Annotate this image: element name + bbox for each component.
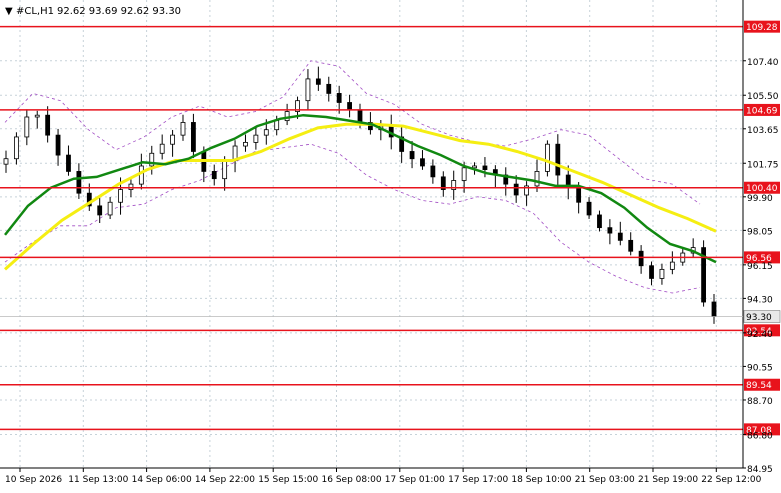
candle-body bbox=[222, 160, 228, 180]
candle-body bbox=[513, 183, 519, 196]
candle-body bbox=[597, 214, 602, 229]
chart-header: ▼ #CL,H1 92.62 93.69 92.62 93.30 bbox=[5, 6, 181, 17]
time-tick-label: 17 Sep 01:00 bbox=[385, 475, 445, 485]
price-tick-label: 96.15 bbox=[747, 262, 773, 272]
chart-canvas[interactable]: 109.28104.69100.4096.5692.5489.5487.08 1… bbox=[0, 0, 781, 489]
candle-body bbox=[24, 116, 30, 138]
level-label-text: 104.69 bbox=[746, 106, 778, 116]
price-tick-label: 88.70 bbox=[747, 397, 773, 407]
time-tick-label: 15 Sep 15:00 bbox=[258, 475, 318, 485]
candle-body bbox=[638, 250, 644, 267]
candle-body bbox=[180, 122, 186, 136]
collapse-triangle-icon[interactable]: ▼ bbox=[5, 6, 13, 17]
time-tick-label: 16 Sep 08:00 bbox=[322, 475, 382, 485]
candle-body bbox=[55, 134, 61, 156]
candle-body bbox=[430, 165, 436, 178]
candle-body bbox=[534, 171, 540, 187]
time-tick-label: 21 Sep 03:00 bbox=[575, 475, 635, 485]
price-tick-label: 94.30 bbox=[747, 295, 773, 305]
price-tick-label: 84.95 bbox=[747, 465, 773, 475]
candle-body bbox=[14, 136, 19, 160]
candle-body bbox=[357, 109, 363, 123]
candle-body bbox=[472, 165, 477, 169]
candle-body bbox=[617, 232, 623, 241]
level-label-text: 109.28 bbox=[746, 23, 778, 33]
candle-body bbox=[545, 143, 550, 172]
price-tick-label: 105.50 bbox=[747, 92, 779, 102]
price-tick-label: 101.75 bbox=[747, 160, 779, 170]
candle-body bbox=[263, 129, 269, 136]
current-price-text: 93.30 bbox=[746, 313, 772, 323]
candle-body bbox=[576, 187, 582, 203]
price-tick-label: 86.80 bbox=[747, 431, 773, 441]
candle-body bbox=[138, 165, 144, 185]
price-tick-label: 92.40 bbox=[747, 330, 773, 340]
price-tick-label: 98.05 bbox=[747, 227, 773, 237]
candle-body bbox=[253, 134, 259, 143]
candle-body bbox=[118, 189, 123, 203]
candle-body bbox=[107, 201, 113, 216]
price-tick-label: 99.90 bbox=[747, 194, 773, 204]
time-tick-label: 14 Sep 06:00 bbox=[132, 475, 192, 485]
candle-body bbox=[420, 158, 425, 167]
candle-body bbox=[409, 151, 415, 160]
price-tick-label: 107.40 bbox=[747, 58, 779, 68]
candle-body bbox=[191, 122, 196, 152]
candle-body bbox=[305, 78, 311, 102]
time-tick-label: 14 Sep 22:00 bbox=[195, 475, 255, 485]
candle-body bbox=[284, 111, 290, 122]
candle-body bbox=[243, 141, 248, 147]
ohlc-readout: 92.62 93.69 92.62 93.30 bbox=[57, 6, 181, 17]
candle-body bbox=[159, 143, 165, 154]
time-tick-label: 21 Sep 19:00 bbox=[638, 475, 698, 485]
candle-body bbox=[482, 165, 488, 171]
candle-body bbox=[326, 83, 332, 94]
candle-body bbox=[3, 158, 9, 165]
candle-body bbox=[128, 183, 134, 190]
level-label-text: 100.40 bbox=[746, 184, 778, 194]
time-tick-label: 17 Sep 17:00 bbox=[448, 475, 508, 485]
candle-body bbox=[274, 120, 280, 131]
candle-body bbox=[711, 301, 717, 317]
candle-body bbox=[45, 114, 51, 136]
candle-body bbox=[461, 167, 467, 181]
time-tick-label: 22 Sep 12:00 bbox=[701, 475, 761, 485]
candle-body bbox=[586, 201, 592, 216]
candle-body bbox=[66, 154, 71, 172]
candle-body bbox=[607, 227, 613, 234]
candle-body bbox=[669, 261, 675, 270]
time-tick-label: 18 Sep 10:00 bbox=[511, 475, 571, 485]
time-tick-label: 10 Sep 2026 bbox=[5, 475, 62, 485]
candle-body bbox=[170, 134, 175, 145]
candle-body bbox=[336, 93, 342, 103]
price-tick-label: 90.55 bbox=[747, 363, 773, 373]
candle-body bbox=[628, 239, 634, 252]
candle-body bbox=[34, 114, 40, 118]
symbol-label: #CL,H1 bbox=[16, 6, 54, 17]
candle-body bbox=[347, 102, 352, 111]
time-tick-label: 11 Sep 13:00 bbox=[68, 475, 128, 485]
price-tick-label: 103.65 bbox=[747, 126, 779, 136]
candle-body bbox=[315, 78, 321, 85]
candle-body bbox=[211, 171, 217, 180]
candle-body bbox=[76, 171, 82, 194]
level-label-text: 89.54 bbox=[746, 381, 772, 391]
candle-body bbox=[97, 205, 103, 216]
candle-body bbox=[555, 143, 561, 176]
candle-body bbox=[649, 265, 654, 279]
candle-body bbox=[659, 268, 665, 279]
price-chart[interactable]: 109.28 104.69 100.40 96.56 92.54 89.54 87.08 1… bbox=[0, 0, 781, 489]
chart-background bbox=[0, 0, 781, 489]
